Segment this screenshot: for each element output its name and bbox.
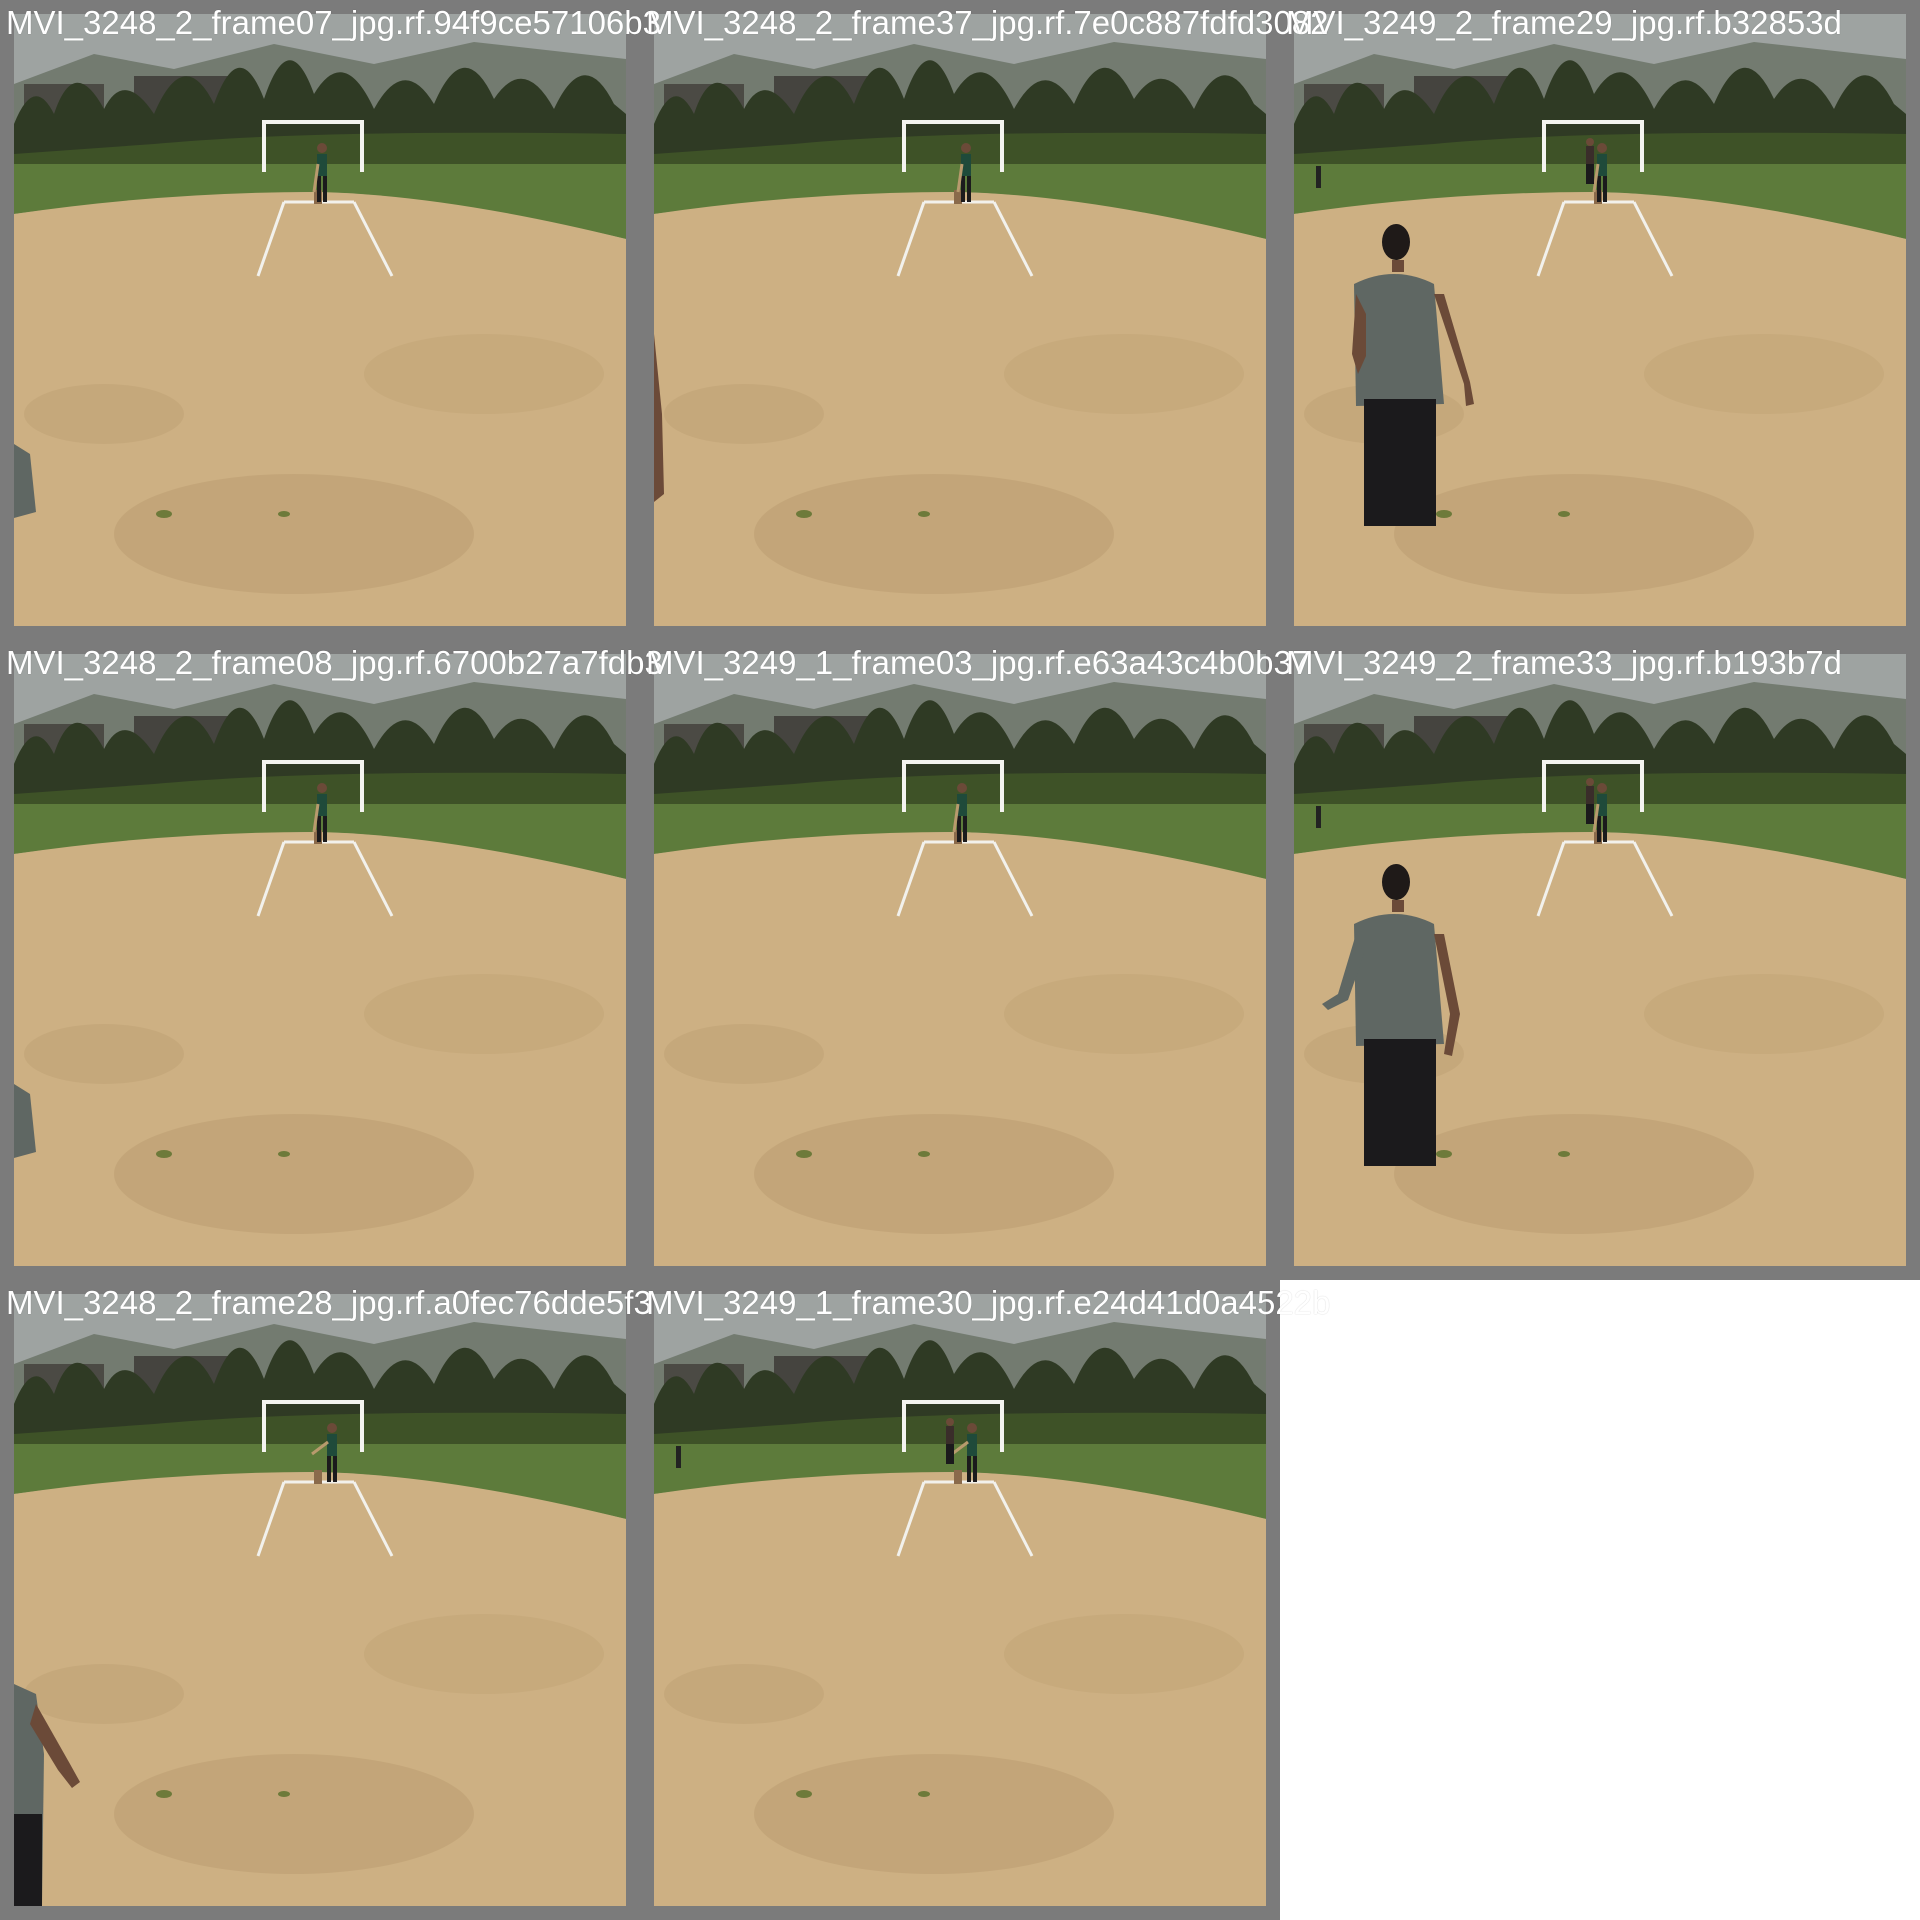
grass-tuft <box>918 1151 930 1157</box>
ground-shade <box>114 1754 474 1874</box>
image-tile: MVI_3248_2_frame08_jpg.rf.6700b27a7fdb3 <box>0 640 663 1280</box>
ground-shade <box>364 1614 604 1694</box>
ground-shade <box>1004 334 1244 414</box>
image-tile: MVI_3248_2_frame28_jpg.rf.a0fec76dde5f3 <box>0 1280 652 1920</box>
grass-tuft <box>278 1151 290 1157</box>
image-mosaic: MVI_3248_2_frame07_jpg.rf.94f9ce57106b3 M… <box>0 0 1920 1920</box>
ground-shade <box>364 334 604 414</box>
grass-tuft <box>1436 510 1452 518</box>
cricket-field-photo <box>14 1294 626 1906</box>
ground-shade <box>1004 974 1244 1054</box>
ground-shade <box>754 1754 1114 1874</box>
cricket-field-photo <box>654 14 1266 626</box>
ground-shade <box>1644 334 1884 414</box>
ground-shade <box>754 474 1114 594</box>
distant-person <box>676 1446 681 1468</box>
ground-shade <box>664 384 824 444</box>
ground-shade <box>1004 1614 1244 1694</box>
ground-shade <box>1394 1114 1754 1234</box>
image-tile: MVI_3248_2_frame37_jpg.rf.7e0c887fdfd308… <box>640 0 1329 640</box>
stumps <box>954 1470 962 1484</box>
cricket-field-photo <box>14 14 626 626</box>
ground-shade <box>664 1664 824 1724</box>
ground-shade <box>664 1024 824 1084</box>
ground-shade <box>364 974 604 1054</box>
image-tile: MVI_3249_1_frame03_jpg.rf.e63a43c4b0b37 <box>640 640 1310 1280</box>
ground-shade <box>1644 974 1884 1054</box>
ground-shade <box>24 384 184 444</box>
ground-shade <box>114 474 474 594</box>
grass-tuft <box>278 1791 290 1797</box>
ground-shade <box>24 1024 184 1084</box>
stumps <box>954 190 962 204</box>
ground-shade <box>24 1664 184 1724</box>
grass-tuft <box>918 1791 930 1797</box>
grass-tuft <box>1436 1150 1452 1158</box>
cricket-field-photo <box>654 1294 1266 1906</box>
grass-tuft <box>796 510 812 518</box>
stumps <box>314 1470 322 1484</box>
grass-tuft <box>1558 511 1570 517</box>
cricket-field-photo <box>654 654 1266 1266</box>
grass-tuft <box>796 1790 812 1798</box>
grass-tuft <box>796 1150 812 1158</box>
grass-tuft <box>278 511 290 517</box>
grass-tuft <box>156 1150 172 1158</box>
cricket-field-photo <box>1294 14 1906 626</box>
distant-person <box>1316 806 1321 828</box>
ground-shade <box>1394 474 1754 594</box>
image-tile: MVI_3249_2_frame29_jpg.rf.b32853d <box>1280 0 1920 640</box>
image-tile: MVI_3248_2_frame07_jpg.rf.94f9ce57106b3 <box>0 0 661 640</box>
distant-person <box>1316 166 1321 188</box>
cricket-field-photo <box>14 654 626 1266</box>
image-tile: MVI_3249_1_frame30_jpg.rf.e24d41d0a4522b <box>640 1280 1330 1920</box>
grass-tuft <box>918 511 930 517</box>
empty-grid-cell <box>1280 1280 1920 1920</box>
grass-tuft <box>1558 1151 1570 1157</box>
ground-shade <box>754 1114 1114 1234</box>
image-tile: MVI_3249_2_frame33_jpg.rf.b193b7d <box>1280 640 1920 1280</box>
ground-shade <box>114 1114 474 1234</box>
grass-tuft <box>156 1790 172 1798</box>
cricket-field-photo <box>1294 654 1906 1266</box>
grass-tuft <box>156 510 172 518</box>
